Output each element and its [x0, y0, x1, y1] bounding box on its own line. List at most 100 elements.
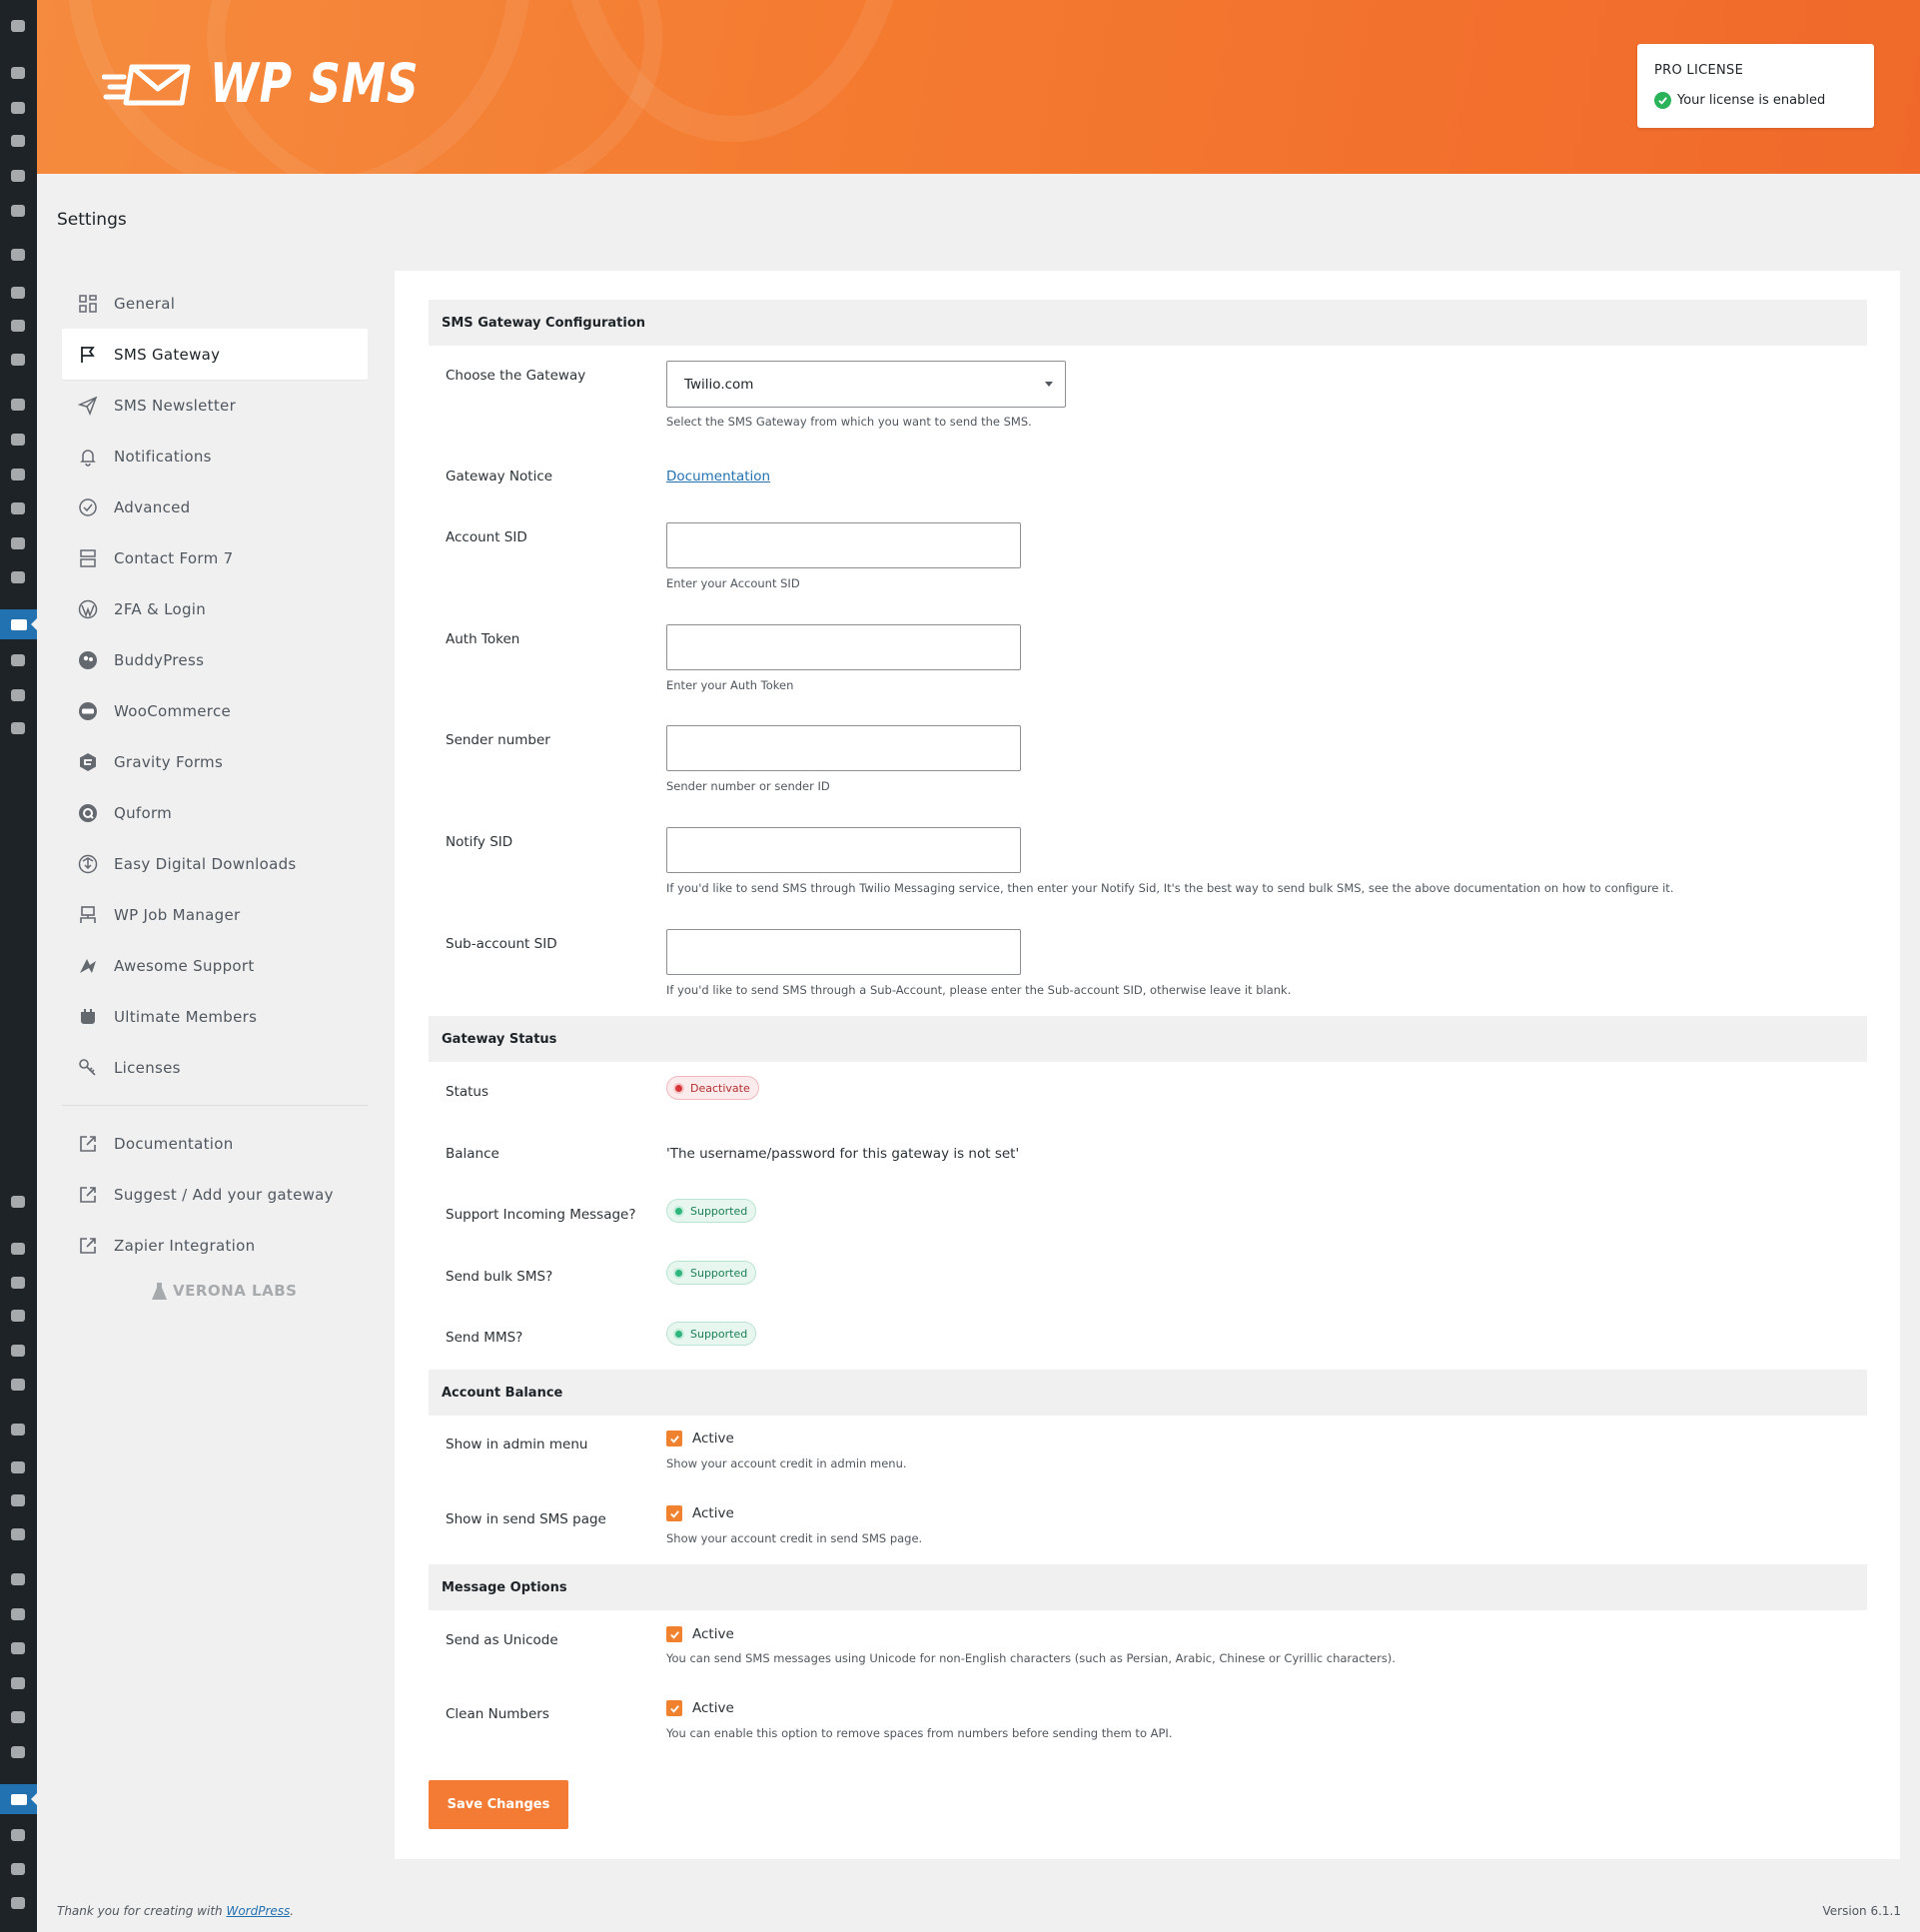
auth-token-input[interactable]	[666, 624, 1021, 670]
stats-icon[interactable]	[8, 1825, 28, 1845]
grid-icon	[78, 294, 98, 314]
subaccount-sid-input[interactable]	[666, 929, 1021, 975]
analytics-icon[interactable]	[8, 1490, 28, 1510]
nav-link-zapier[interactable]: Zapier Integration	[62, 1220, 368, 1271]
products-icon[interactable]	[8, 283, 28, 303]
nav-item-notifications[interactable]: Notifications	[62, 431, 368, 482]
notify-sid-input[interactable]	[666, 827, 1021, 873]
show-admin-menu-help: Show your account credit in admin menu.	[666, 1456, 907, 1470]
chart-icon[interactable]	[8, 1859, 28, 1879]
nav-item-label: General	[114, 294, 176, 313]
nav-item-licenses[interactable]: Licenses	[62, 1042, 368, 1093]
nav-item-general[interactable]: General	[62, 278, 368, 329]
show-admin-menu-checkbox[interactable]: Active	[666, 1431, 734, 1447]
license-status: Your license is enabled	[1654, 92, 1825, 109]
wp-sms-menu-icon[interactable]	[0, 609, 37, 639]
appearance-icon[interactable]	[8, 1569, 28, 1589]
stats-icon[interactable]	[8, 650, 28, 670]
posts-icon[interactable]	[8, 63, 28, 83]
wp-sms-menu-icon[interactable]	[0, 1784, 37, 1814]
table-icon[interactable]	[8, 567, 28, 587]
nav-item-woocommerce[interactable]: WooCommerce	[62, 685, 368, 736]
dashboard-icon[interactable]	[8, 16, 28, 36]
forms-icon[interactable]	[8, 1306, 28, 1326]
quform-icon	[78, 803, 98, 823]
save-changes-button[interactable]: Save Changes	[429, 1780, 568, 1829]
media-icon[interactable]	[8, 1273, 28, 1293]
account-sid-input[interactable]	[666, 522, 1021, 568]
marketing-icon[interactable]	[8, 1524, 28, 1544]
forms-icon[interactable]	[8, 131, 28, 151]
comments-icon[interactable]	[8, 1375, 28, 1395]
send-unicode-checkbox[interactable]: Active	[666, 1626, 734, 1642]
tools-icon[interactable]	[8, 498, 28, 518]
nav-item-awesome-support[interactable]: Awesome Support	[62, 940, 368, 991]
clean-numbers-checkbox[interactable]: Active	[666, 1700, 734, 1716]
incoming-label: Support Incoming Message?	[446, 1207, 636, 1223]
checkbox-label: Active	[692, 1700, 734, 1716]
settings-icon[interactable]	[8, 533, 28, 553]
verona-labs-logo-icon	[152, 1282, 167, 1300]
license-card: PRO LICENSE Your license is enabled	[1637, 44, 1874, 128]
external-link-icon	[78, 1185, 98, 1205]
nav-item-easy-digital-downloads[interactable]: Easy Digital Downloads	[62, 838, 368, 889]
nav-item-wp-job-manager[interactable]: WP Job Manager	[62, 889, 368, 940]
table-icon[interactable]	[8, 1742, 28, 1762]
gateway-notice-label: Gateway Notice	[446, 469, 553, 484]
analytics-icon[interactable]	[8, 316, 28, 336]
section-header-message-options: Message Options	[429, 1564, 1867, 1610]
pages-icon[interactable]	[8, 1341, 28, 1361]
play-icon[interactable]	[8, 1893, 28, 1913]
sender-number-input[interactable]	[666, 725, 1021, 771]
show-send-page-checkbox[interactable]: Active	[666, 1505, 734, 1521]
nav-item-label: Notifications	[114, 447, 212, 466]
documentation-link[interactable]: Documentation	[666, 469, 770, 484]
products-icon[interactable]	[8, 1457, 28, 1477]
wordpress-link[interactable]: WordPress	[226, 1904, 290, 1918]
nav-item-quform[interactable]: Quform	[62, 787, 368, 838]
posts-icon[interactable]	[8, 1239, 28, 1259]
gravity-forms-icon	[78, 752, 98, 772]
users-icon[interactable]	[8, 465, 28, 484]
chart-icon[interactable]	[8, 685, 28, 705]
footer-thanks: Thank you for creating with WordPress.	[57, 1904, 294, 1918]
send-icon	[78, 396, 98, 416]
form-icon	[78, 548, 98, 568]
nav-item-label: Awesome Support	[114, 956, 255, 975]
dashboard-icon[interactable]	[8, 1192, 28, 1212]
plugins-icon[interactable]	[8, 430, 28, 450]
plugins-icon[interactable]	[8, 1604, 28, 1624]
nav-link-documentation[interactable]: Documentation	[62, 1118, 368, 1169]
pages-icon[interactable]	[8, 166, 28, 186]
appearance-icon[interactable]	[8, 395, 28, 415]
nav-link-label: Suggest / Add your gateway	[114, 1185, 334, 1204]
subaccount-sid-label: Sub-account SID	[446, 936, 557, 952]
bulk-sms-badge: Supported	[666, 1261, 757, 1285]
settings-icon[interactable]	[8, 1707, 28, 1727]
logo-text: WP SMS	[210, 52, 420, 115]
nav-link-suggest-gateway[interactable]: Suggest / Add your gateway	[62, 1169, 368, 1220]
media-icon[interactable]	[8, 98, 28, 118]
nav-item-gravity-forms[interactable]: Gravity Forms	[62, 736, 368, 787]
tools-icon[interactable]	[8, 1673, 28, 1693]
page-title: Settings	[57, 210, 127, 230]
sender-number-label: Sender number	[446, 732, 550, 748]
verona-labs-brand[interactable]: VERONA LABS	[152, 1282, 297, 1300]
show-send-page-label: Show in send SMS page	[446, 1511, 606, 1527]
nav-item-2fa-login[interactable]: 2FA & Login	[62, 583, 368, 634]
bulk-sms-badge-text: Supported	[690, 1266, 748, 1280]
gateway-select[interactable]: Twilio.com	[666, 361, 1066, 408]
nav-item-sms-gateway[interactable]: SMS Gateway	[62, 329, 368, 380]
nav-item-sms-newsletter[interactable]: SMS Newsletter	[62, 380, 368, 431]
woocommerce-icon[interactable]	[8, 245, 28, 265]
nav-item-contact-form-7[interactable]: Contact Form 7	[62, 532, 368, 583]
nav-item-buddypress[interactable]: BuddyPress	[62, 634, 368, 685]
comments-icon[interactable]	[8, 201, 28, 221]
nav-item-ultimate-members[interactable]: Ultimate Members	[62, 991, 368, 1042]
marketing-icon[interactable]	[8, 350, 28, 370]
woocommerce-icon[interactable]	[8, 1420, 28, 1440]
nav-item-advanced[interactable]: Advanced	[62, 482, 368, 532]
play-icon[interactable]	[8, 718, 28, 738]
users-icon[interactable]	[8, 1638, 28, 1658]
checkbox-checked-icon	[666, 1431, 682, 1447]
